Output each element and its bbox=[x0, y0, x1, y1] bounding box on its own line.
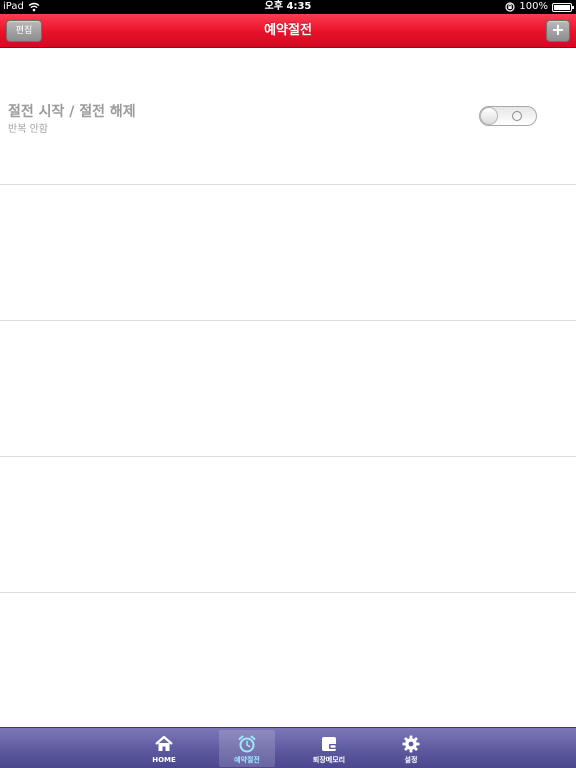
memo-icon bbox=[322, 737, 337, 751]
tab-exit-memory-label: 퇴장메모리 bbox=[312, 756, 346, 764]
status-right: 100% bbox=[505, 0, 574, 14]
schedule-title: 절전 시작 / 절전 해제 bbox=[8, 104, 136, 120]
list-item-empty bbox=[0, 185, 576, 321]
home-icon bbox=[155, 735, 173, 751]
navigation-bar: 편집 예약절전 + bbox=[0, 14, 576, 48]
tab-home-label: HOME bbox=[152, 756, 176, 764]
schedule-list: 절전 시작 / 절전 해제 반복 안함 bbox=[0, 49, 576, 727]
list-item-empty bbox=[0, 593, 576, 729]
schedule-repeat: 반복 안함 bbox=[8, 124, 48, 135]
page-title: 예약절전 bbox=[264, 23, 312, 38]
status-time: 오후 4:35 bbox=[264, 1, 312, 12]
battery-icon bbox=[552, 2, 574, 12]
alarm-clock-icon bbox=[238, 735, 256, 753]
battery-percent: 100% bbox=[519, 1, 548, 12]
tab-settings-label: 설정 bbox=[404, 756, 418, 764]
list-item-empty bbox=[0, 321, 576, 457]
tab-schedule-label: 예약절전 bbox=[234, 756, 260, 764]
tab-schedule[interactable]: 예약절전 bbox=[219, 730, 275, 767]
gear-icon bbox=[402, 735, 420, 753]
list-item[interactable]: 절전 시작 / 절전 해제 반복 안함 bbox=[0, 49, 576, 185]
rotation-lock-icon bbox=[505, 2, 516, 12]
list-item-empty bbox=[0, 457, 576, 593]
tab-exit-memory[interactable]: 퇴장메모리 bbox=[301, 730, 357, 767]
tab-bar: HOME 예약절전 퇴장메모리 설정 bbox=[0, 727, 576, 768]
toggle-knob bbox=[480, 107, 498, 125]
tab-settings[interactable]: 설정 bbox=[383, 730, 439, 767]
toggle-off-indicator-icon bbox=[512, 111, 522, 121]
tab-home[interactable]: HOME bbox=[136, 730, 192, 767]
status-bar: iPad 오후 4:35 100% bbox=[0, 0, 576, 14]
add-button[interactable]: + bbox=[546, 20, 570, 42]
schedule-toggle[interactable] bbox=[479, 106, 537, 126]
